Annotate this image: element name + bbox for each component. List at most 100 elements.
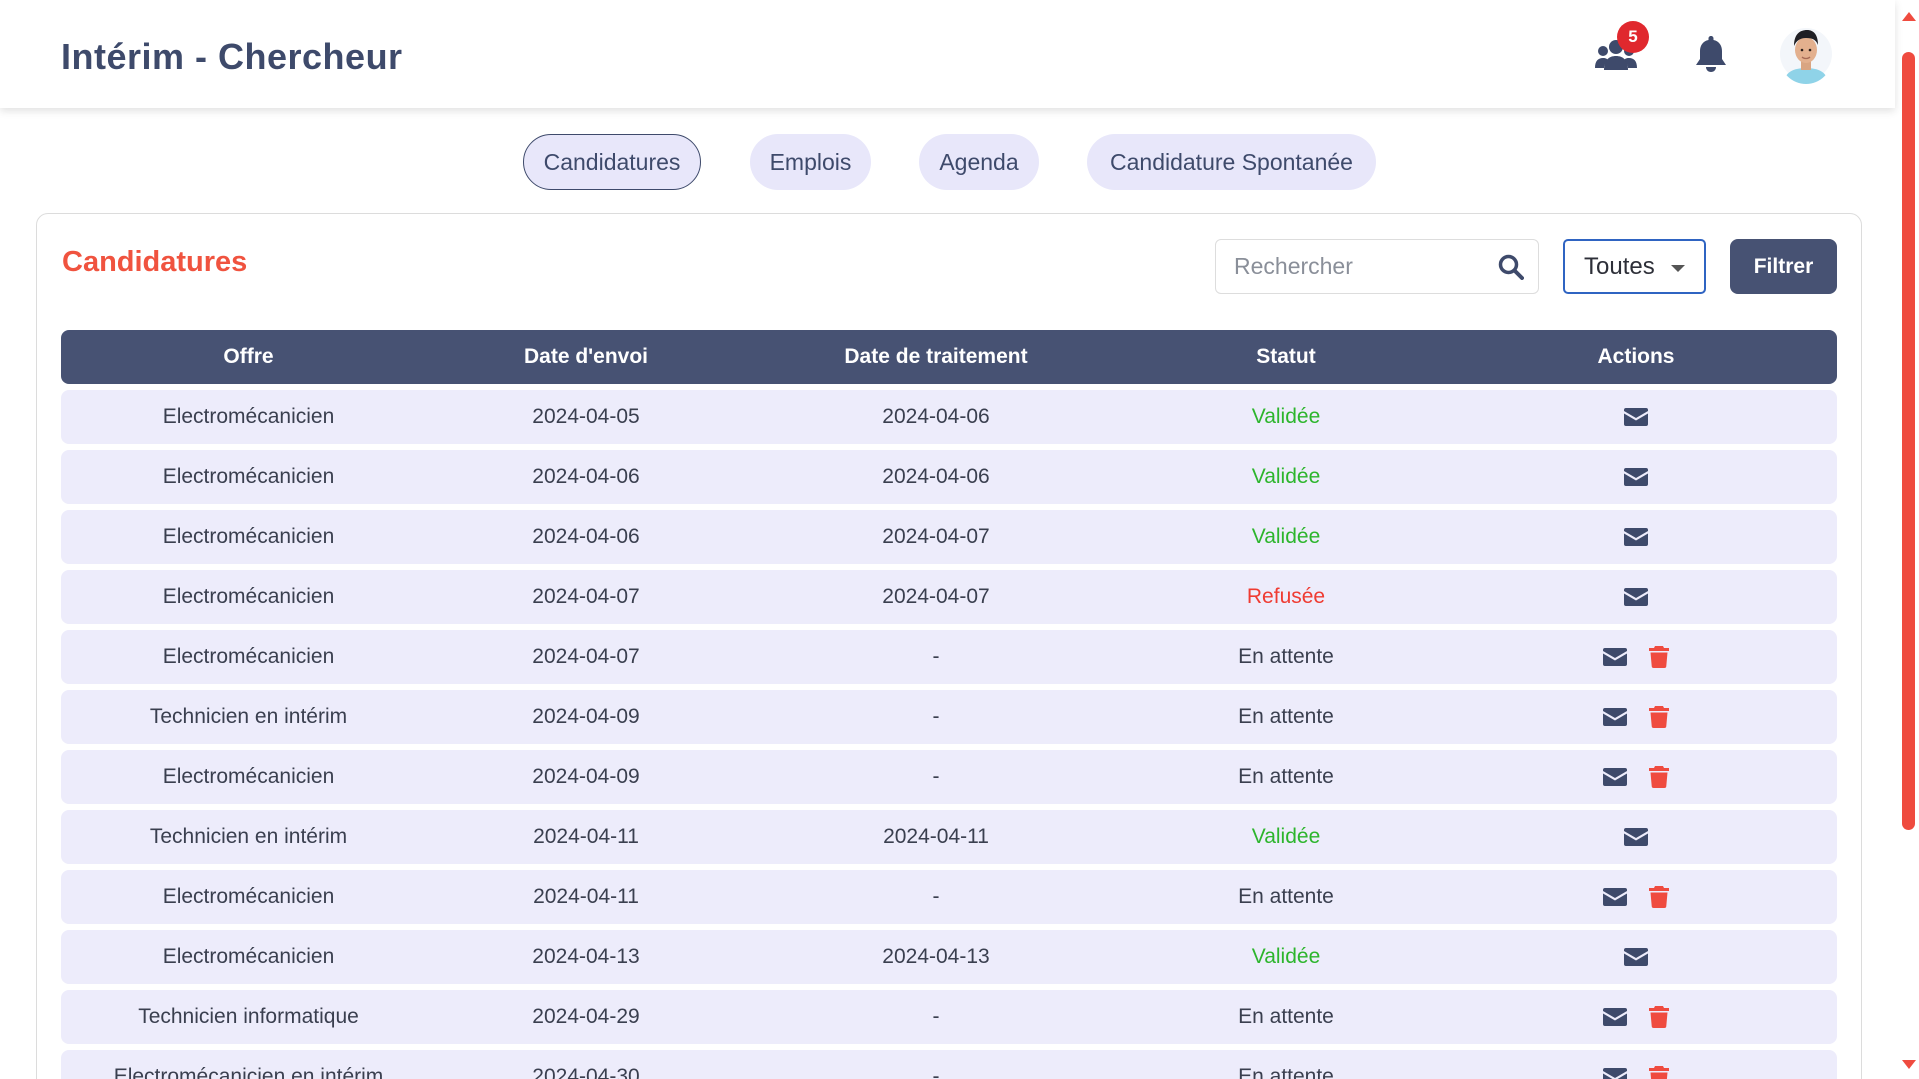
column-header-offre: Offre xyxy=(223,345,274,368)
cell-date-envoi: 2024-04-29 xyxy=(532,1005,640,1028)
table-row[interactable]: Electromécanicien 2024-04-13 2024-04-13 Val… xyxy=(61,930,1837,984)
mail-icon[interactable] xyxy=(1624,588,1648,606)
column-header-date-envoi: Date d'envoi xyxy=(523,345,649,368)
cell-actions xyxy=(1461,450,1811,504)
table-row[interactable]: Technicien informatique 2024-04-29 - En att… xyxy=(61,990,1837,1044)
cell-date-envoi: 2024-04-11 xyxy=(533,825,639,848)
cell-actions xyxy=(1461,990,1811,1044)
cell-date-traitement: 2024-04-07 xyxy=(882,585,990,608)
table-row[interactable]: Technicien en intérim 2024-04-11 2024-04-1… xyxy=(61,810,1837,864)
mail-icon[interactable] xyxy=(1624,408,1648,426)
cell-statut: En attente xyxy=(1238,765,1334,788)
table-row[interactable]: Electromécanicien 2024-04-07 - En attente xyxy=(61,630,1837,684)
trash-icon[interactable] xyxy=(1649,1066,1669,1079)
cell-offre: Electromécanicien en intérim xyxy=(113,1065,384,1079)
search-box xyxy=(1215,239,1539,294)
cell-actions xyxy=(1461,570,1811,624)
tab-emplois[interactable]: Emplois xyxy=(750,134,871,190)
cell-statut: En attente xyxy=(1238,1005,1334,1028)
cell-date-traitement: 2024-04-13 xyxy=(882,945,990,968)
cell-offre: Electromécanicien xyxy=(162,945,335,968)
scroll-up-arrow-icon[interactable] xyxy=(1902,12,1916,21)
cell-actions xyxy=(1461,930,1811,984)
cell-statut: Validée xyxy=(1251,405,1321,428)
cell-date-envoi: 2024-04-30 xyxy=(532,1065,640,1079)
cell-actions xyxy=(1461,870,1811,924)
table-row[interactable]: Electromécanicien en intérim 2024-04-30 - E… xyxy=(61,1050,1837,1079)
mail-icon[interactable] xyxy=(1603,768,1627,786)
mail-icon[interactable] xyxy=(1624,828,1648,846)
mail-icon[interactable] xyxy=(1603,1068,1627,1079)
cell-date-envoi: 2024-04-06 xyxy=(532,525,640,548)
column-header-actions: Actions xyxy=(1597,345,1675,368)
mail-icon[interactable] xyxy=(1603,708,1627,726)
cell-date-traitement: - xyxy=(932,1005,940,1028)
trash-icon[interactable] xyxy=(1649,886,1669,908)
table-row[interactable]: Electromécanicien 2024-04-06 2024-04-07 Val… xyxy=(61,510,1837,564)
cell-date-traitement: - xyxy=(932,885,940,908)
cell-offre: Electromécanicien xyxy=(162,465,335,488)
cell-date-traitement: 2024-04-11 xyxy=(883,825,989,848)
cell-actions xyxy=(1461,1050,1811,1079)
column-header-date-traitement: Date de traitement xyxy=(844,345,1028,368)
cell-date-traitement: - xyxy=(932,645,940,668)
trash-icon[interactable] xyxy=(1649,706,1669,728)
cell-actions xyxy=(1461,750,1811,804)
table-row[interactable]: Technicien en intérim 2024-04-09 - En atten… xyxy=(61,690,1837,744)
table-row[interactable]: Electromécanicien 2024-04-07 2024-04-07 Ref… xyxy=(61,570,1837,624)
cell-statut: Refusée xyxy=(1246,585,1326,608)
cell-actions xyxy=(1461,630,1811,684)
status-filter-value: Toutes xyxy=(1584,252,1655,280)
cell-date-traitement: - xyxy=(932,705,940,728)
cell-date-envoi: 2024-04-07 xyxy=(532,645,640,668)
tab-candidature-spontanee[interactable]: Candidature Spontanée xyxy=(1087,134,1376,190)
search-icon[interactable] xyxy=(1498,254,1524,280)
page-scrollbar[interactable] xyxy=(1897,0,1919,1079)
mail-icon[interactable] xyxy=(1603,888,1627,906)
cell-date-envoi: 2024-04-06 xyxy=(532,465,640,488)
cell-statut: En attente xyxy=(1238,705,1334,728)
mail-icon[interactable] xyxy=(1624,948,1648,966)
cell-date-envoi: 2024-04-13 xyxy=(532,945,640,968)
table-row[interactable]: Electromécanicien 2024-04-09 - En attente xyxy=(61,750,1837,804)
mail-icon[interactable] xyxy=(1624,468,1648,486)
cell-offre: Electromécanicien xyxy=(162,645,335,668)
chevron-down-icon xyxy=(1671,265,1685,272)
mail-icon[interactable] xyxy=(1624,528,1648,546)
cell-date-traitement: - xyxy=(932,1065,940,1079)
cell-offre: Electromécanicien xyxy=(162,405,335,428)
scrollbar-thumb[interactable] xyxy=(1902,52,1915,830)
mail-icon[interactable] xyxy=(1603,648,1627,666)
cell-date-traitement: - xyxy=(932,765,940,788)
table-row[interactable]: Electromécanicien 2024-04-05 2024-04-06 Val… xyxy=(61,390,1837,444)
avatar[interactable] xyxy=(1780,24,1832,84)
scroll-down-arrow-icon[interactable] xyxy=(1902,1060,1916,1069)
cell-date-envoi: 2024-04-07 xyxy=(532,585,640,608)
column-header-statut: Statut xyxy=(1256,345,1316,368)
trash-icon[interactable] xyxy=(1649,1006,1669,1028)
cell-date-traitement: 2024-04-06 xyxy=(882,405,990,428)
table-header: Offre Date d'envoi Date de traitement St… xyxy=(61,330,1837,384)
section-title: Candidatures xyxy=(62,246,248,278)
cell-statut: Validée xyxy=(1251,525,1321,548)
search-input[interactable] xyxy=(1234,240,1484,293)
trash-icon[interactable] xyxy=(1649,766,1669,788)
table-row[interactable]: Electromécanicien 2024-04-06 2024-04-06 Val… xyxy=(61,450,1837,504)
cell-date-envoi: 2024-04-05 xyxy=(532,405,640,428)
trash-icon[interactable] xyxy=(1649,646,1669,668)
table-row[interactable]: Electromécanicien 2024-04-11 - En attente xyxy=(61,870,1837,924)
bell-icon[interactable] xyxy=(1692,34,1730,74)
cell-date-traitement: 2024-04-07 xyxy=(882,525,990,548)
status-filter-select[interactable]: Toutes xyxy=(1563,239,1706,294)
cell-statut: En attente xyxy=(1238,1065,1334,1079)
top-navbar: Intérim - Chercheur 5 xyxy=(0,0,1895,108)
tab-agenda[interactable]: Agenda xyxy=(919,134,1039,190)
cell-actions xyxy=(1461,690,1811,744)
tab-candidatures[interactable]: Candidatures xyxy=(523,134,701,190)
cell-statut: En attente xyxy=(1238,645,1334,668)
cell-date-traitement: 2024-04-06 xyxy=(882,465,990,488)
mail-icon[interactable] xyxy=(1603,1008,1627,1026)
filter-button[interactable]: Filtrer xyxy=(1730,239,1837,294)
notification-badge: 5 xyxy=(1617,21,1649,53)
cell-date-envoi: 2024-04-11 xyxy=(533,885,639,908)
